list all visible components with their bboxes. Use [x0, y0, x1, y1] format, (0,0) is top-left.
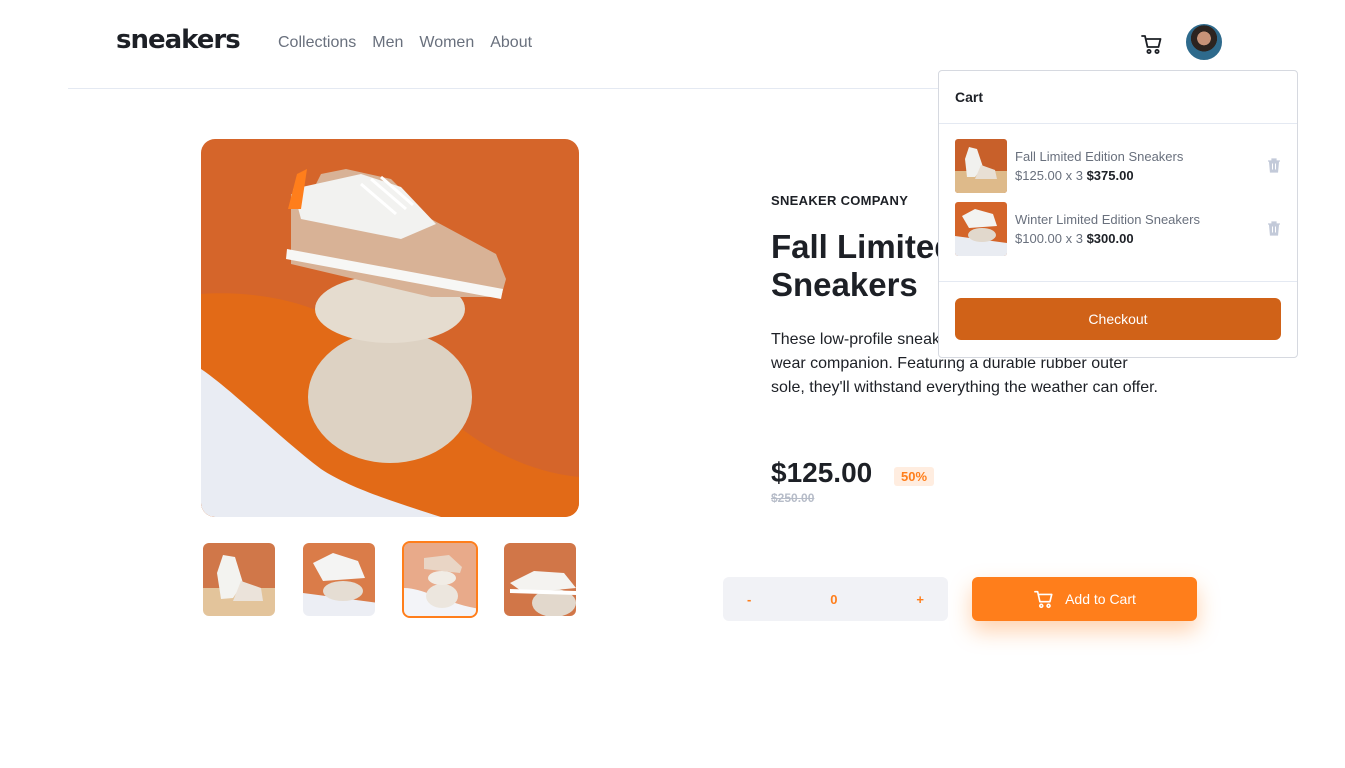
trash-icon[interactable] [1267, 220, 1281, 236]
cart-item-total: $300.00 [1086, 231, 1134, 246]
cart-icon [1034, 590, 1053, 609]
nav-link-about[interactable]: About [490, 34, 532, 52]
cart-item-unit-price: $100.00 x 3 [1015, 231, 1087, 246]
quantity-stepper: - 0 + [723, 577, 948, 621]
cart-item-thumbnail [955, 202, 1007, 256]
discount-badge: 50% [894, 467, 935, 486]
product-thumbnail-4[interactable] [502, 541, 578, 618]
add-to-cart-label: Add to Cart [1065, 591, 1136, 607]
checkout-button[interactable]: Checkout [955, 298, 1281, 340]
decrease-quantity-button[interactable]: - [747, 592, 751, 607]
cart-icon[interactable] [1141, 33, 1163, 55]
cart-dropdown: Cart Fall Limited Edition Sneakers $125.… [938, 70, 1298, 358]
current-price: $125.00 [771, 457, 873, 488]
cart-title: Cart [939, 71, 1297, 124]
brand-logo[interactable]: sneakers [116, 25, 241, 55]
increase-quantity-button[interactable]: + [916, 592, 924, 607]
original-price: $250.00 [771, 491, 815, 505]
trash-icon[interactable] [1267, 157, 1281, 173]
product-thumbnail-3[interactable] [402, 541, 478, 618]
cart-item-name: Winter Limited Edition Sneakers [1015, 212, 1200, 227]
cart-item-price: $100.00 x 3 $300.00 [1015, 231, 1134, 246]
product-main-image[interactable] [201, 139, 579, 517]
company-label: SNEAKER COMPANY [771, 193, 909, 208]
main-nav: Collections Men Women About [278, 34, 532, 52]
cart-item-thumbnail [955, 139, 1007, 193]
cart-item-total: $375.00 [1086, 168, 1134, 183]
cart-item-name: Fall Limited Edition Sneakers [1015, 149, 1184, 164]
nav-link-collections[interactable]: Collections [278, 34, 356, 52]
cart-item: Fall Limited Edition Sneakers $125.00 x … [955, 139, 1285, 195]
nav-link-women[interactable]: Women [419, 34, 474, 52]
avatar[interactable] [1184, 22, 1224, 62]
nav-link-men[interactable]: Men [372, 34, 403, 52]
product-thumbnail-2[interactable] [301, 541, 377, 618]
product-thumbnail-1[interactable] [201, 541, 277, 618]
cart-item-price: $125.00 x 3 $375.00 [1015, 168, 1134, 183]
add-to-cart-button[interactable]: Add to Cart [972, 577, 1197, 621]
cart-item-unit-price: $125.00 x 3 [1015, 168, 1087, 183]
cart-divider [939, 281, 1297, 282]
cart-item: Winter Limited Edition Sneakers $100.00 … [955, 202, 1285, 258]
quantity-value[interactable]: 0 [830, 592, 837, 607]
